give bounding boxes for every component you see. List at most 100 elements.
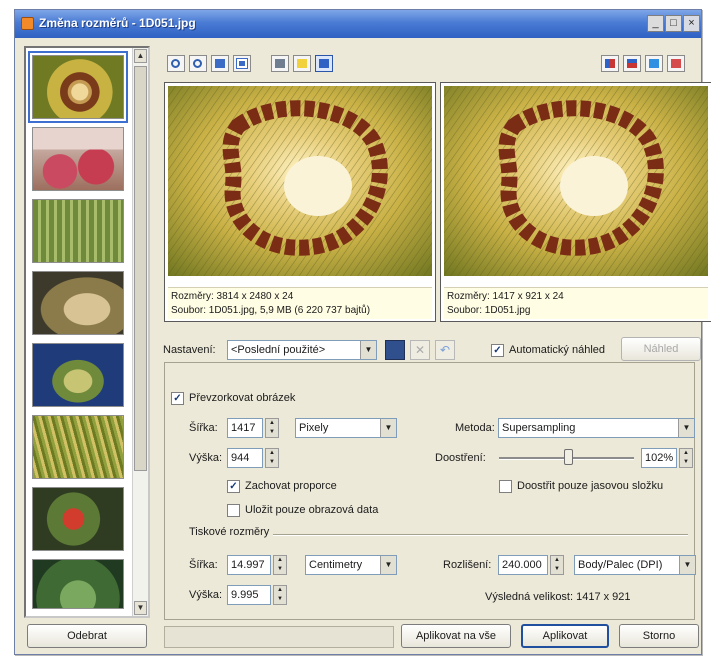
thumbnail-green-plant[interactable] bbox=[32, 559, 124, 609]
chevron-down-icon[interactable]: ▼ bbox=[360, 341, 376, 359]
remove-button[interactable]: Odebrat bbox=[27, 624, 147, 648]
maximize-button[interactable]: □ bbox=[665, 15, 682, 32]
original-info: Rozměry: 3814 x 2480 x 24 Soubor: 1D051.… bbox=[168, 287, 432, 319]
zoom-out-icon[interactable] bbox=[189, 55, 207, 72]
progress-bar bbox=[164, 626, 394, 648]
width-label: Šířka: bbox=[189, 422, 218, 434]
width-unit-value: Pixely bbox=[299, 422, 329, 434]
chevron-down-icon[interactable]: ▼ bbox=[380, 419, 396, 437]
resample-checkbox[interactable]: ✓ bbox=[171, 392, 184, 405]
chevron-down-icon[interactable]: ▼ bbox=[380, 556, 396, 574]
thumbnail-flowering-cactus[interactable] bbox=[32, 343, 124, 407]
thumbnail-cactus-spines[interactable] bbox=[32, 415, 124, 479]
reset-icon[interactable]: ↶ bbox=[435, 340, 455, 360]
scroll-up-arrow-icon[interactable]: ▲ bbox=[134, 49, 147, 63]
height-label: Výška: bbox=[189, 452, 223, 464]
sharpen-luma-checkbox[interactable] bbox=[499, 480, 512, 493]
method-label: Metoda: bbox=[455, 422, 495, 434]
thumbnail-red-fruits[interactable] bbox=[32, 127, 124, 191]
method-combo[interactable]: Supersampling ▼ bbox=[498, 418, 695, 438]
close-button[interactable]: × bbox=[683, 15, 700, 32]
sharpen-label: Doostření: bbox=[435, 452, 486, 464]
preview-button[interactable]: Náhled bbox=[621, 337, 701, 361]
sharpen-spinner-icon[interactable]: ▲ ▼ bbox=[679, 448, 693, 468]
width-spinner-icon[interactable]: ▲ ▼ bbox=[265, 418, 279, 438]
print-width-input[interactable]: 14.997 bbox=[227, 555, 271, 575]
keep-ratio-checkbox[interactable]: ✓ bbox=[227, 480, 240, 493]
auto-preview-checkbox[interactable]: ✓ bbox=[491, 344, 504, 357]
resolution-unit-value: Body/Palec (DPI) bbox=[578, 559, 663, 571]
result-image bbox=[444, 86, 708, 276]
presets-combo[interactable]: <Poslední použité> ▼ bbox=[227, 340, 377, 360]
thumbnail-fuzzy-cactus[interactable] bbox=[32, 271, 124, 335]
thumbnail-scrollbar[interactable]: ▲ ▼ bbox=[132, 48, 148, 616]
width-input[interactable]: 1417 bbox=[227, 418, 263, 438]
keep-ratio-label: Zachovat proporce bbox=[245, 480, 337, 492]
print-size-group-label: Tiskové rozměry bbox=[189, 526, 270, 538]
print-width-spinner-icon[interactable]: ▲ ▼ bbox=[273, 555, 287, 575]
thumbnail-sunflower-cactus[interactable] bbox=[28, 51, 128, 123]
delete-preset-icon[interactable]: ✕ bbox=[410, 340, 430, 360]
sharpen-luma-label: Doostřit pouze jasovou složku bbox=[517, 480, 664, 492]
original-file-info: Soubor: 1D051.jpg, 5,9 MB (6 220 737 baj… bbox=[171, 305, 371, 316]
settings-panel: ✓ Převzorkovat obrázek Šířka: 1417 ▲ ▼ Pi… bbox=[164, 362, 696, 620]
scrollbar-thumb[interactable] bbox=[134, 66, 147, 471]
window-title: Změna rozměrů - 1D051.jpg bbox=[39, 16, 196, 30]
result-info: Rozměry: 1417 x 921 x 24 Soubor: 1D051.j… bbox=[444, 287, 708, 319]
resolution-label: Rozlišení: bbox=[443, 559, 492, 571]
resolution-unit-combo[interactable]: Body/Palec (DPI) ▼ bbox=[574, 555, 696, 575]
image-data-only-label: Uložit pouze obrazová data bbox=[245, 504, 379, 516]
split-vertical-icon[interactable] bbox=[601, 55, 619, 72]
original-preview[interactable]: Rozměry: 3814 x 2480 x 24 Soubor: 1D051.… bbox=[164, 82, 436, 322]
info-icon[interactable] bbox=[315, 55, 333, 72]
image-data-only-checkbox[interactable] bbox=[227, 504, 240, 517]
apply-all-button[interactable]: Aplikovat na vše bbox=[401, 624, 511, 648]
presets-label: Nastavení: bbox=[163, 344, 216, 356]
print-height-spinner-icon[interactable]: ▲ ▼ bbox=[273, 585, 287, 605]
sharpen-slider-handle[interactable] bbox=[563, 449, 573, 465]
result-dimensions: Rozměry: 1417 x 921 x 24 bbox=[447, 291, 564, 302]
resample-label: Převzorkovat obrázek bbox=[189, 392, 296, 404]
resolution-input[interactable]: 240.000 bbox=[498, 555, 548, 575]
apply-button[interactable]: Aplikovat bbox=[521, 624, 609, 648]
highlight-icon[interactable] bbox=[293, 55, 311, 72]
print-unit-value: Centimetry bbox=[309, 559, 363, 571]
height-spinner-icon[interactable]: ▲ ▼ bbox=[265, 448, 279, 468]
compare-icon[interactable] bbox=[271, 55, 289, 72]
result-size-text: Výsledná velikost: 1417 x 921 bbox=[485, 591, 631, 603]
result-preview[interactable]: Rozměry: 1417 x 921 x 24 Soubor: 1D051.j… bbox=[440, 82, 711, 322]
cancel-button[interactable]: Storno bbox=[619, 624, 699, 648]
method-value: Supersampling bbox=[502, 422, 576, 434]
title-bar[interactable]: Změna rozměrů - 1D051.jpg _ □ × bbox=[15, 10, 701, 38]
presets-value: <Poslední použité> bbox=[231, 344, 326, 356]
fit-icon[interactable] bbox=[211, 55, 229, 72]
print-height-input[interactable]: 9.995 bbox=[227, 585, 271, 605]
scroll-down-arrow-icon[interactable]: ▼ bbox=[134, 601, 147, 615]
print-width-label: Šířka: bbox=[189, 559, 218, 571]
thumbnail-cactus-column[interactable] bbox=[32, 199, 124, 263]
chevron-down-icon[interactable]: ▼ bbox=[679, 556, 695, 574]
original-image bbox=[168, 86, 432, 276]
resolution-spinner-icon[interactable]: ▲ ▼ bbox=[550, 555, 564, 575]
close-view-icon[interactable] bbox=[667, 55, 685, 72]
print-unit-combo[interactable]: Centimetry ▼ bbox=[305, 555, 397, 575]
sharpen-input[interactable]: 102% bbox=[641, 448, 677, 468]
thumbnail-red-flowers[interactable] bbox=[32, 487, 124, 551]
app-icon bbox=[21, 17, 34, 30]
auto-preview-label: Automatický náhled bbox=[509, 344, 605, 356]
zoom-in-icon[interactable] bbox=[167, 55, 185, 72]
chevron-down-icon[interactable]: ▼ bbox=[678, 419, 694, 437]
actual-size-icon[interactable] bbox=[233, 55, 251, 72]
width-unit-combo[interactable]: Pixely ▼ bbox=[295, 418, 397, 438]
result-file-info: Soubor: 1D051.jpg bbox=[447, 305, 531, 316]
save-preset-icon[interactable] bbox=[385, 340, 405, 360]
group-separator bbox=[273, 534, 688, 536]
original-dimensions: Rozměry: 3814 x 2480 x 24 bbox=[171, 291, 294, 302]
thumbnail-list[interactable]: ▲ ▼ bbox=[24, 46, 150, 618]
split-horizontal-icon[interactable] bbox=[623, 55, 641, 72]
single-view-icon[interactable] bbox=[645, 55, 663, 72]
print-height-label: Výška: bbox=[189, 589, 223, 601]
resize-dialog-window: Změna rozměrů - 1D051.jpg _ □ × ▲ ▼ Odeb… bbox=[14, 9, 711, 655]
height-input[interactable]: 944 bbox=[227, 448, 263, 468]
minimize-button[interactable]: _ bbox=[647, 15, 664, 32]
